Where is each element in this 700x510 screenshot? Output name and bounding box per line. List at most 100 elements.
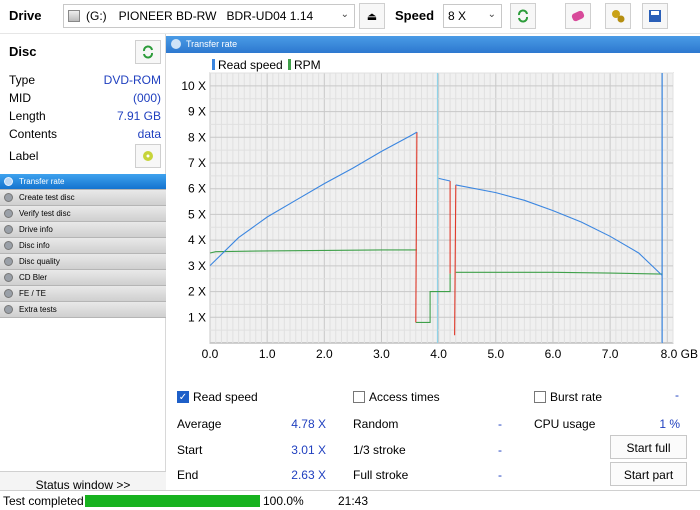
progress-bar [85,495,260,507]
extra-tests-icon [4,305,13,314]
gears-icon [612,10,625,23]
progress-fill [85,495,260,507]
disc-label-button[interactable] [135,144,161,168]
x-tick-label: 3.0 [373,347,390,361]
disc-quality-icon [4,257,13,266]
disc-mid-value: (000) [132,91,161,105]
progress-label: 100.0% [263,494,304,508]
options-button[interactable] [605,3,631,29]
y-tick-label: 4 X [188,233,206,247]
drive-select[interactable]: (G:) PIONEER BD-RW BDR-UD04 1.14 ⌄ [63,4,355,28]
legend-swatch [288,59,291,70]
save-button[interactable] [642,3,668,29]
x-tick-label: 2.0 [316,347,333,361]
end-value: 2.63 X [291,468,326,482]
disc-label-icon [143,151,153,161]
access-times-label: Access times [369,390,440,404]
disc-contents-row: Contents data [9,127,161,143]
speed-value: 8 X [448,9,467,23]
legend-swatch [212,59,215,70]
test-nav: Transfer rate Create test disc Verify te… [0,174,166,318]
x-tick-label: 1.0 [259,347,276,361]
start-label: Start [177,443,203,457]
disc-label-key: Label [9,149,39,163]
x-tick-label: 0.0 [202,347,219,361]
x-tick-label: 7.0 [602,347,619,361]
x-tick-label: 6.0 [545,347,562,361]
x-tick-label: 8.0 GB [661,347,698,361]
legend-label: Read speed [218,58,283,72]
burst-rate-checkbox[interactable]: Burst rate [534,390,602,404]
fe-te-icon [4,289,13,298]
nav-item-drive-info[interactable]: Drive info [0,222,166,238]
nav-item-cd-bler[interactable]: CD Bler [0,270,166,286]
nav-label: Disc info [19,241,50,250]
y-tick-label: 8 X [188,130,206,144]
disc-mid-key: MID [9,91,31,105]
chevron-down-icon: ⌄ [487,9,496,20]
x-tick-label: 4.0 [430,347,447,361]
drive-label: Drive [9,8,42,23]
nav-item-verify-test-disc[interactable]: Verify test disc [0,206,166,222]
checkbox-checked-icon: ✓ [177,391,189,403]
speed-label: Speed [395,8,435,23]
status-bar: Test completed 100.0% 21:43 [0,490,700,510]
chart-title: Transfer rate [186,39,238,49]
disc-length-key: Length [9,109,46,123]
transfer-rate-icon [4,177,13,186]
average-value: 4.78 X [291,417,326,431]
speed-select[interactable]: 8 X ⌄ [443,4,502,28]
nav-label: Transfer rate [19,177,65,186]
nav-label: Extra tests [19,305,57,314]
x-tick-label: 5.0 [487,347,504,361]
y-tick-label: 9 X [188,105,206,119]
nav-item-transfer-rate[interactable]: Transfer rate [0,174,166,190]
nav-label: FE / TE [19,289,46,298]
disc-refresh-button[interactable] [135,40,161,64]
full-stroke-value: - [498,468,502,482]
nav-item-disc-info[interactable]: Disc info [0,238,166,254]
disc-type-row: Type DVD-ROM [9,73,161,89]
checkbox-unchecked-icon [534,391,546,403]
disc-info-icon [4,241,13,250]
nav-label: Create test disc [19,193,75,202]
refresh-icon [143,45,153,59]
read-speed-label: Read speed [193,390,258,404]
cpu-usage-value: 1 % [659,417,680,431]
drive-name: PIONEER BD-RW BDR-UD04 1.14 [118,9,314,23]
nav-item-create-test-disc[interactable]: Create test disc [0,190,166,206]
refresh-icon [518,9,528,23]
nav-item-extra-tests[interactable]: Extra tests [0,302,166,318]
results-panel: ✓ Read speed Access times Burst rate - A… [166,386,700,490]
third-stroke-label: 1/3 stroke [353,443,406,457]
plot-area [209,72,674,344]
eject-button[interactable]: ⏏ [359,3,385,29]
disc-contents-value: data [137,127,161,141]
disc-title: Disc [9,44,37,59]
access-times-checkbox[interactable]: Access times [353,390,440,404]
burst-rate-label: Burst rate [550,390,603,404]
nav-item-disc-quality[interactable]: Disc quality [0,254,166,270]
transfer-rate-icon [171,39,181,49]
chart-panel: Transfer rate 1 X 2 X 3 X 4 X 5 X 6 X 7 X 8 X 9 … [166,36,700,386]
read-speed-checkbox[interactable]: ✓ Read speed [177,390,258,404]
save-icon [649,10,661,22]
burst-rate-value: - [675,388,679,402]
left-panel: Disc Type DVD-ROM MID (000) Length 7.91 … [0,34,166,510]
disc-type-value: DVD-ROM [103,73,161,87]
disc-length-row: Length 7.91 GB [9,109,161,125]
nav-label: Disc quality [19,257,60,266]
y-tick-label: 3 X [188,259,206,273]
drive-letter: (G:) [86,9,107,23]
nav-item-fe-te[interactable]: FE / TE [0,286,166,302]
eject-icon: ⏏ [366,10,378,23]
y-tick-label: 7 X [188,156,206,170]
y-tick-label: 10 X [181,79,206,93]
start-full-button[interactable]: Start full [610,435,687,459]
y-tick-label: 1 X [188,310,206,324]
cd-bler-icon [4,273,13,282]
random-label: Random [353,417,399,431]
erase-button[interactable] [565,3,591,29]
start-part-button[interactable]: Start part [610,462,687,486]
refresh-speed-button[interactable] [510,3,536,29]
